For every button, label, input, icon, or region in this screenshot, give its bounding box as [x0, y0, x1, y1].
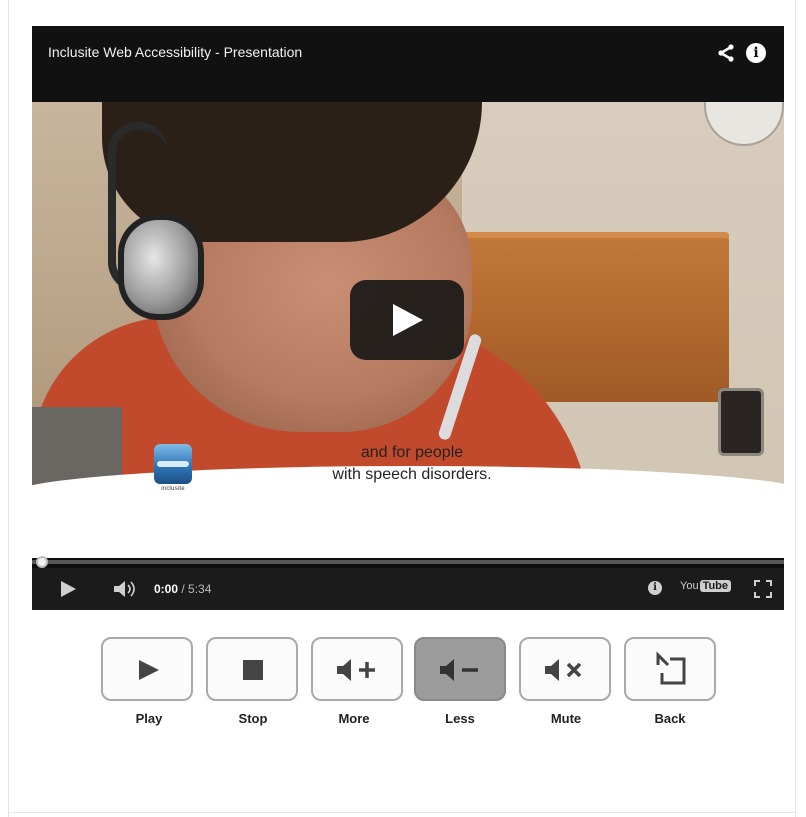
back-icon: [656, 651, 686, 685]
fullscreen-icon[interactable]: [754, 580, 772, 603]
back-button-label: Back: [654, 711, 686, 726]
video-wall-switch: [718, 388, 764, 456]
volume-down-button[interactable]: [414, 637, 506, 701]
mute-button[interactable]: [519, 637, 611, 701]
progress-scrubber[interactable]: [36, 556, 48, 568]
volume-down-button-label: Less: [445, 711, 475, 726]
video-player[interactable]: Inclusite Web Accessibility - Presentati…: [32, 26, 784, 610]
youtube-logo-you: You: [680, 580, 699, 592]
mute-button-label: Mute: [550, 711, 582, 726]
player-control-bar: 0:00 / 5:34 i You Tube: [32, 568, 784, 610]
play-icon[interactable]: [60, 581, 76, 602]
headset-earcup: [118, 214, 204, 320]
volume-up-button-label: More: [338, 711, 370, 726]
stop-button[interactable]: [206, 637, 298, 701]
volume-up-icon: [337, 659, 375, 681]
stop-icon: [243, 660, 263, 680]
play-button-label: Play: [135, 711, 163, 726]
mute-icon: [545, 659, 582, 681]
inclusite-logo: [154, 444, 192, 484]
share-icon[interactable]: [716, 43, 736, 63]
caption-line-2: with speech disorders.: [332, 466, 492, 483]
duration: / 5:34: [178, 582, 212, 596]
caption-line-1: and for people: [360, 444, 464, 461]
page-border-bottom: [8, 812, 796, 813]
youtube-logo-tube: Tube: [699, 580, 732, 592]
youtube-logo[interactable]: You Tube: [680, 580, 732, 592]
page-border-right: [795, 0, 796, 817]
time-display: 0:00 / 5:34: [154, 582, 211, 596]
inclusite-logo-text: inclusite: [161, 486, 185, 492]
player-title-bar: Inclusite Web Accessibility - Presentati…: [32, 26, 784, 102]
big-play-button[interactable]: [350, 280, 464, 360]
volume-up-button[interactable]: [311, 637, 403, 701]
play-icon: [393, 304, 423, 336]
play-icon: [139, 660, 159, 680]
volume-down-icon: [440, 659, 478, 681]
video-frame[interactable]: inclusite and for people with speech dis…: [32, 102, 784, 558]
page-border-left: [8, 0, 9, 817]
stop-button-label: Stop: [238, 711, 268, 726]
info-icon[interactable]: i: [746, 43, 766, 63]
video-title[interactable]: Inclusite Web Accessibility - Presentati…: [48, 44, 302, 60]
volume-icon[interactable]: [114, 581, 138, 602]
play-button[interactable]: [101, 637, 193, 701]
info-icon[interactable]: i: [648, 581, 662, 595]
back-button[interactable]: [624, 637, 716, 701]
progress-bar[interactable]: [32, 560, 784, 564]
current-time: 0:00: [154, 582, 179, 596]
